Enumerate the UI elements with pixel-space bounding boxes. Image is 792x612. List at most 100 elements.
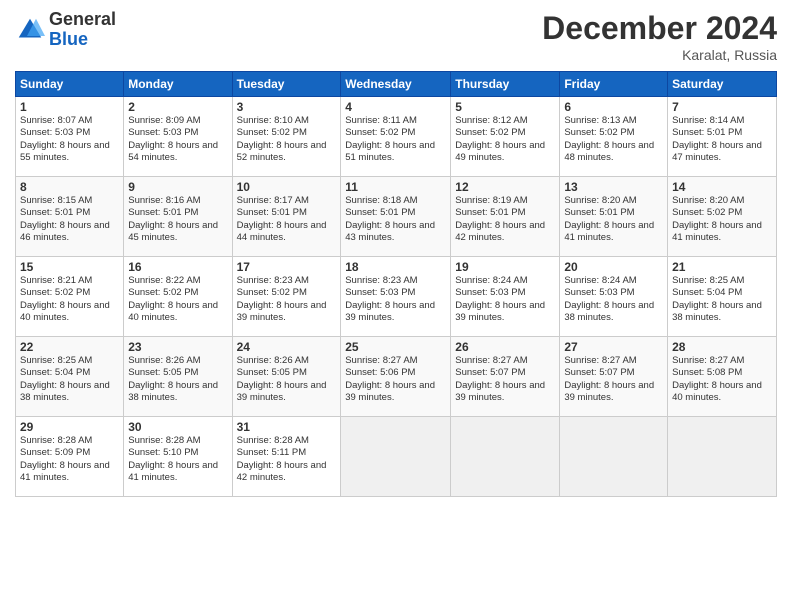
day-number: 11 <box>345 180 446 194</box>
logo-icon <box>15 15 45 45</box>
col-monday: Monday <box>124 72 232 97</box>
col-wednesday: Wednesday <box>341 72 451 97</box>
col-sunday: Sunday <box>16 72 124 97</box>
table-row: 22 Sunrise: 8:25 AMSunset: 5:04 PMDaylig… <box>16 337 124 417</box>
table-row: 30 Sunrise: 8:28 AMSunset: 5:10 PMDaylig… <box>124 417 232 497</box>
calendar-week-2: 8 Sunrise: 8:15 AMSunset: 5:01 PMDayligh… <box>16 177 777 257</box>
day-info: Sunrise: 8:20 AMSunset: 5:01 PMDaylight:… <box>564 195 654 243</box>
day-number: 3 <box>237 100 337 114</box>
day-info: Sunrise: 8:26 AMSunset: 5:05 PMDaylight:… <box>237 355 327 403</box>
table-row: 4 Sunrise: 8:11 AMSunset: 5:02 PMDayligh… <box>341 97 451 177</box>
table-row <box>451 417 560 497</box>
table-row: 18 Sunrise: 8:23 AMSunset: 5:03 PMDaylig… <box>341 257 451 337</box>
day-info: Sunrise: 8:23 AMSunset: 5:03 PMDaylight:… <box>345 275 435 323</box>
table-row: 23 Sunrise: 8:26 AMSunset: 5:05 PMDaylig… <box>124 337 232 417</box>
day-info: Sunrise: 8:28 AMSunset: 5:10 PMDaylight:… <box>128 435 218 483</box>
calendar-week-4: 22 Sunrise: 8:25 AMSunset: 5:04 PMDaylig… <box>16 337 777 417</box>
day-number: 7 <box>672 100 772 114</box>
day-number: 20 <box>564 260 663 274</box>
table-row: 26 Sunrise: 8:27 AMSunset: 5:07 PMDaylig… <box>451 337 560 417</box>
day-info: Sunrise: 8:26 AMSunset: 5:05 PMDaylight:… <box>128 355 218 403</box>
table-row: 11 Sunrise: 8:18 AMSunset: 5:01 PMDaylig… <box>341 177 451 257</box>
table-row: 16 Sunrise: 8:22 AMSunset: 5:02 PMDaylig… <box>124 257 232 337</box>
day-info: Sunrise: 8:28 AMSunset: 5:11 PMDaylight:… <box>237 435 327 483</box>
day-number: 21 <box>672 260 772 274</box>
table-row: 17 Sunrise: 8:23 AMSunset: 5:02 PMDaylig… <box>232 257 341 337</box>
day-info: Sunrise: 8:13 AMSunset: 5:02 PMDaylight:… <box>564 115 654 163</box>
table-row: 29 Sunrise: 8:28 AMSunset: 5:09 PMDaylig… <box>16 417 124 497</box>
location: Karalat, Russia <box>542 47 777 63</box>
table-row <box>560 417 668 497</box>
col-thursday: Thursday <box>451 72 560 97</box>
table-row: 15 Sunrise: 8:21 AMSunset: 5:02 PMDaylig… <box>16 257 124 337</box>
table-row: 9 Sunrise: 8:16 AMSunset: 5:01 PMDayligh… <box>124 177 232 257</box>
day-info: Sunrise: 8:07 AMSunset: 5:03 PMDaylight:… <box>20 115 110 163</box>
table-row: 24 Sunrise: 8:26 AMSunset: 5:05 PMDaylig… <box>232 337 341 417</box>
table-row: 19 Sunrise: 8:24 AMSunset: 5:03 PMDaylig… <box>451 257 560 337</box>
day-number: 8 <box>20 180 119 194</box>
col-friday: Friday <box>560 72 668 97</box>
table-row: 7 Sunrise: 8:14 AMSunset: 5:01 PMDayligh… <box>668 97 777 177</box>
day-number: 28 <box>672 340 772 354</box>
day-info: Sunrise: 8:20 AMSunset: 5:02 PMDaylight:… <box>672 195 762 243</box>
day-info: Sunrise: 8:11 AMSunset: 5:02 PMDaylight:… <box>345 115 435 163</box>
day-number: 9 <box>128 180 227 194</box>
calendar-week-5: 29 Sunrise: 8:28 AMSunset: 5:09 PMDaylig… <box>16 417 777 497</box>
day-number: 14 <box>672 180 772 194</box>
col-saturday: Saturday <box>668 72 777 97</box>
day-number: 18 <box>345 260 446 274</box>
day-info: Sunrise: 8:15 AMSunset: 5:01 PMDaylight:… <box>20 195 110 243</box>
day-number: 1 <box>20 100 119 114</box>
day-number: 19 <box>455 260 555 274</box>
day-number: 23 <box>128 340 227 354</box>
day-info: Sunrise: 8:24 AMSunset: 5:03 PMDaylight:… <box>564 275 654 323</box>
table-row: 5 Sunrise: 8:12 AMSunset: 5:02 PMDayligh… <box>451 97 560 177</box>
day-number: 2 <box>128 100 227 114</box>
day-number: 16 <box>128 260 227 274</box>
day-info: Sunrise: 8:23 AMSunset: 5:02 PMDaylight:… <box>237 275 327 323</box>
table-row: 10 Sunrise: 8:17 AMSunset: 5:01 PMDaylig… <box>232 177 341 257</box>
day-info: Sunrise: 8:09 AMSunset: 5:03 PMDaylight:… <box>128 115 218 163</box>
table-row: 25 Sunrise: 8:27 AMSunset: 5:06 PMDaylig… <box>341 337 451 417</box>
day-number: 10 <box>237 180 337 194</box>
table-row: 20 Sunrise: 8:24 AMSunset: 5:03 PMDaylig… <box>560 257 668 337</box>
day-info: Sunrise: 8:12 AMSunset: 5:02 PMDaylight:… <box>455 115 545 163</box>
table-row <box>341 417 451 497</box>
calendar-table: Sunday Monday Tuesday Wednesday Thursday… <box>15 71 777 497</box>
calendar-week-3: 15 Sunrise: 8:21 AMSunset: 5:02 PMDaylig… <box>16 257 777 337</box>
day-info: Sunrise: 8:27 AMSunset: 5:06 PMDaylight:… <box>345 355 435 403</box>
table-row: 3 Sunrise: 8:10 AMSunset: 5:02 PMDayligh… <box>232 97 341 177</box>
day-number: 6 <box>564 100 663 114</box>
day-info: Sunrise: 8:22 AMSunset: 5:02 PMDaylight:… <box>128 275 218 323</box>
col-tuesday: Tuesday <box>232 72 341 97</box>
day-info: Sunrise: 8:28 AMSunset: 5:09 PMDaylight:… <box>20 435 110 483</box>
page-header: General Blue December 2024 Karalat, Russ… <box>15 10 777 63</box>
table-row: 28 Sunrise: 8:27 AMSunset: 5:08 PMDaylig… <box>668 337 777 417</box>
day-number: 13 <box>564 180 663 194</box>
day-info: Sunrise: 8:16 AMSunset: 5:01 PMDaylight:… <box>128 195 218 243</box>
logo-blue: Blue <box>49 30 116 50</box>
day-number: 5 <box>455 100 555 114</box>
calendar-week-1: 1 Sunrise: 8:07 AMSunset: 5:03 PMDayligh… <box>16 97 777 177</box>
day-info: Sunrise: 8:14 AMSunset: 5:01 PMDaylight:… <box>672 115 762 163</box>
day-number: 31 <box>237 420 337 434</box>
day-info: Sunrise: 8:27 AMSunset: 5:08 PMDaylight:… <box>672 355 762 403</box>
table-row: 31 Sunrise: 8:28 AMSunset: 5:11 PMDaylig… <box>232 417 341 497</box>
day-info: Sunrise: 8:17 AMSunset: 5:01 PMDaylight:… <box>237 195 327 243</box>
table-row: 6 Sunrise: 8:13 AMSunset: 5:02 PMDayligh… <box>560 97 668 177</box>
calendar-header-row: Sunday Monday Tuesday Wednesday Thursday… <box>16 72 777 97</box>
table-row: 12 Sunrise: 8:19 AMSunset: 5:01 PMDaylig… <box>451 177 560 257</box>
day-info: Sunrise: 8:19 AMSunset: 5:01 PMDaylight:… <box>455 195 545 243</box>
day-number: 24 <box>237 340 337 354</box>
month-title: December 2024 <box>542 10 777 47</box>
logo-text: General Blue <box>49 10 116 50</box>
table-row: 2 Sunrise: 8:09 AMSunset: 5:03 PMDayligh… <box>124 97 232 177</box>
day-info: Sunrise: 8:25 AMSunset: 5:04 PMDaylight:… <box>20 355 110 403</box>
day-number: 15 <box>20 260 119 274</box>
day-info: Sunrise: 8:21 AMSunset: 5:02 PMDaylight:… <box>20 275 110 323</box>
table-row: 1 Sunrise: 8:07 AMSunset: 5:03 PMDayligh… <box>16 97 124 177</box>
day-info: Sunrise: 8:27 AMSunset: 5:07 PMDaylight:… <box>455 355 545 403</box>
table-row: 8 Sunrise: 8:15 AMSunset: 5:01 PMDayligh… <box>16 177 124 257</box>
day-info: Sunrise: 8:10 AMSunset: 5:02 PMDaylight:… <box>237 115 327 163</box>
logo-general: General <box>49 10 116 30</box>
